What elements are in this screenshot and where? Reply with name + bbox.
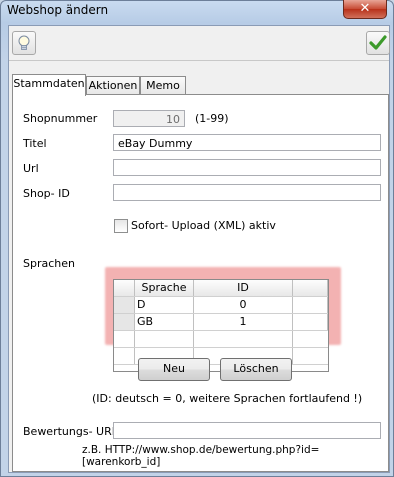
- checkmark-icon: [369, 35, 387, 50]
- shopnummer-field[interactable]: 10: [113, 110, 185, 127]
- bewertung-url-field[interactable]: [113, 422, 381, 439]
- shopid-field[interactable]: [113, 184, 381, 201]
- titel-field[interactable]: eBay Dummy: [113, 134, 381, 151]
- row-indicator[interactable]: [114, 314, 135, 330]
- sofort-upload-label: Sofort- Upload (XML) aktiv: [131, 219, 276, 232]
- tab-label: Aktionen: [88, 79, 138, 92]
- cell-empty: [293, 297, 328, 313]
- bewertung-url-hint: z.B. HTTP://www.shop.de/bewertung.php?id…: [82, 444, 320, 468]
- shopid-label: Shop- ID: [23, 187, 70, 200]
- grid-header-filler: [293, 280, 328, 296]
- table-row[interactable]: GB 1: [114, 314, 328, 331]
- cell-empty: [293, 314, 328, 330]
- tab-memo[interactable]: Memo: [140, 76, 186, 95]
- window-title: Webshop ändern: [7, 3, 109, 17]
- cell-sprache[interactable]: D: [135, 297, 194, 313]
- table-row[interactable]: D 0: [114, 297, 328, 314]
- tab-stammdaten[interactable]: Stammdaten: [12, 74, 86, 96]
- table-row-empty: [114, 331, 328, 348]
- grid-header-id[interactable]: ID: [194, 280, 293, 296]
- hint-button[interactable]: [12, 31, 36, 55]
- grid-header-sprache[interactable]: Sprache: [135, 280, 194, 296]
- cell-sprache[interactable]: GB: [135, 314, 194, 330]
- row-indicator: [114, 348, 135, 364]
- cell-id[interactable]: 1: [194, 314, 293, 330]
- sofort-upload-checkbox[interactable]: [114, 219, 128, 233]
- close-button[interactable]: ✕: [343, 0, 387, 19]
- grid-indicator-header: [114, 280, 135, 296]
- cell-empty: [135, 331, 194, 347]
- lightbulb-icon: [18, 35, 30, 50]
- loeschen-button[interactable]: Löschen: [220, 358, 292, 381]
- shopnummer-range-hint: (1-99): [195, 112, 229, 125]
- tab-label: Memo: [146, 79, 180, 92]
- tab-aktionen[interactable]: Aktionen: [86, 76, 140, 95]
- neu-button[interactable]: Neu: [138, 358, 210, 381]
- grid-header-row: Sprache ID: [114, 280, 328, 297]
- dialog-window: Webshop ändern ✕ Stammdaten Aktionen Mem…: [0, 0, 394, 477]
- row-indicator: [114, 331, 135, 347]
- confirm-button[interactable]: [366, 31, 390, 55]
- toolbar: [9, 26, 390, 61]
- cell-empty: [194, 331, 293, 347]
- titel-label: Titel: [23, 137, 47, 150]
- info-text: (ID: deutsch = 0, weitere Sprachen fortl…: [92, 392, 363, 405]
- row-indicator[interactable]: [114, 297, 135, 313]
- cell-id[interactable]: 0: [194, 297, 293, 313]
- sprachen-label: Sprachen: [23, 257, 75, 270]
- tab-label: Stammdaten: [13, 77, 85, 90]
- url-field[interactable]: [113, 159, 381, 176]
- bewertung-url-label: Bewertungs- URL: [23, 425, 118, 438]
- dialog-client-area: Stammdaten Aktionen Memo Shopnummer 10 (…: [8, 25, 390, 473]
- shopnummer-label: Shopnummer: [23, 112, 98, 125]
- url-label: Url: [23, 162, 39, 175]
